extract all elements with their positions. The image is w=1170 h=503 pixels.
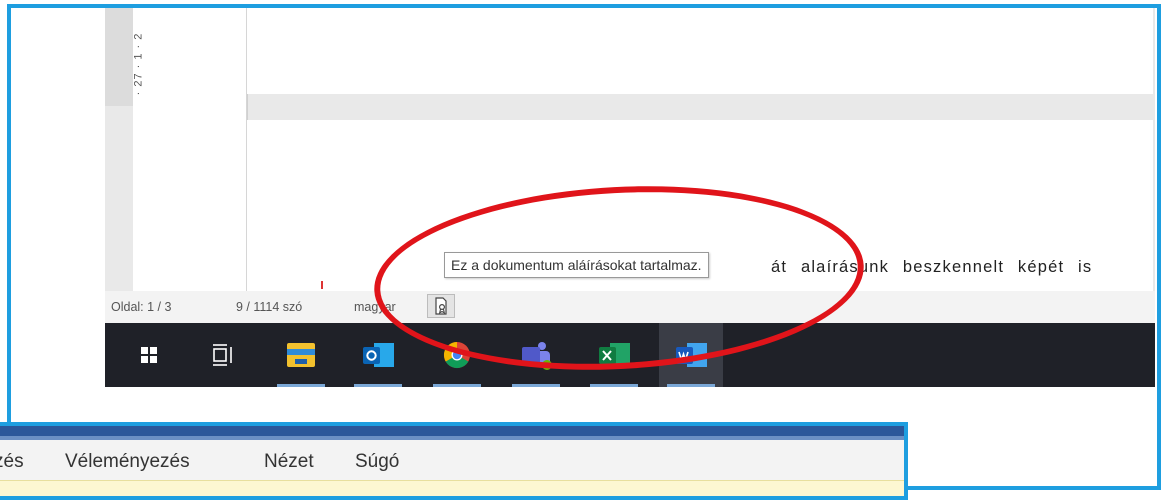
word-icon [676, 343, 707, 367]
document-body-text[interactable]: át alaírásunk beszkennelt képét is [771, 258, 1092, 277]
task-view-button[interactable] [191, 323, 255, 387]
running-indicator [354, 384, 402, 387]
outlook-icon [363, 343, 394, 367]
excel-icon [599, 343, 630, 367]
excel-button[interactable] [582, 323, 646, 387]
word-count[interactable]: 9 / 1114 szó [236, 300, 302, 314]
status-bar: Oldal: 1 / 3 9 / 1114 szó magyar [105, 291, 1155, 323]
teams-icon [522, 342, 552, 370]
signature-tooltip: Ez a dokumentum aláírásokat tartalmaz. [444, 252, 709, 278]
spelling-marker [321, 281, 323, 289]
running-indicator [590, 384, 638, 387]
tab-help[interactable]: Súgó [355, 451, 399, 473]
running-indicator [667, 384, 715, 387]
signature-status-button[interactable] [427, 294, 455, 318]
start-button[interactable] [117, 323, 181, 387]
windows-taskbar [105, 323, 1155, 387]
page-1-bottom [247, 8, 1153, 94]
file-explorer-button[interactable] [269, 323, 333, 387]
teams-button[interactable] [504, 323, 568, 387]
ribbon-tab-bar: zés Véleményezés Nézet Súgó [0, 440, 904, 480]
screenshot-crop-bottom: zés Véleményezés Nézet Súgó [0, 422, 908, 500]
chrome-icon [443, 341, 470, 369]
document-signature-icon [435, 297, 447, 315]
vertical-ruler: · 27 · 1 · 2 [105, 8, 144, 106]
page-count[interactable]: Oldal: 1 / 3 [111, 300, 171, 314]
tab-review[interactable]: Véleményezés [65, 451, 190, 473]
language-indicator[interactable]: magyar [354, 300, 396, 314]
page-left-margin [133, 8, 247, 291]
message-bar [0, 480, 904, 496]
screenshot-crop-top: · 27 · 1 · 2 át alaírásunk beszkennelt k… [7, 4, 1161, 490]
running-indicator [277, 384, 325, 387]
windows-start-icon [141, 347, 157, 363]
outlook-button[interactable] [346, 323, 410, 387]
word-button[interactable] [659, 323, 723, 387]
ruler-numbers: · 27 · 1 · 2 [132, 32, 145, 96]
chrome-button[interactable] [425, 323, 489, 387]
tab-view[interactable]: Nézet [264, 451, 314, 473]
running-indicator [512, 384, 560, 387]
page-gap [247, 94, 248, 120]
tab-partial[interactable]: zés [0, 451, 24, 473]
running-indicator [433, 384, 481, 387]
file-explorer-icon [287, 343, 315, 367]
task-view-icon [213, 344, 232, 366]
